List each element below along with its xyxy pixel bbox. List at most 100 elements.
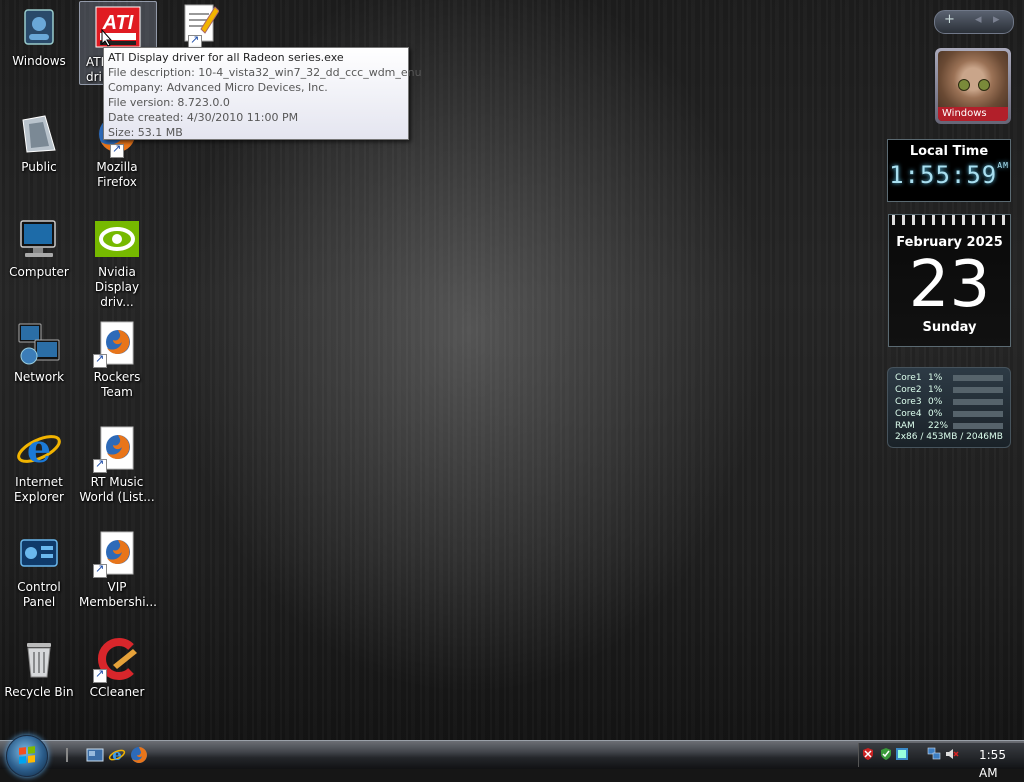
taskbar-clock[interactable]: 1:55 AM <box>979 746 1024 782</box>
desktop-icon-rt-music-world[interactable]: RT Music World (List... <box>79 425 155 505</box>
slideshow-label: Windows <box>938 107 1008 121</box>
clock-ampm: AM <box>997 161 1009 170</box>
desktop-icon-recycle-bin[interactable]: Recycle Bin <box>1 635 77 700</box>
nvidia-icon <box>93 215 141 263</box>
windows-flag-icon <box>19 746 35 764</box>
desktop-icon-windows[interactable]: Windows <box>1 4 77 69</box>
next-gadgets-button[interactable]: ▸ <box>993 12 1000 27</box>
desktop-icon-label: Recycle Bin <box>4 685 74 699</box>
cpu-row-bar <box>953 375 1003 381</box>
firefox-document-icon <box>93 320 141 368</box>
clock-time-value: 1:55:59 <box>889 161 998 189</box>
control-panel-icon <box>15 530 63 578</box>
start-button[interactable] <box>6 735 48 777</box>
clock-time: 1:55:59AM <box>888 161 1010 189</box>
desktop-icon-internet-explorer[interactable]: e Internet Explorer <box>1 425 77 505</box>
file-info-tooltip: ATI Display driver for all Radeon series… <box>103 47 422 140</box>
security-alert-icon[interactable] <box>861 746 875 760</box>
desktop-icon-ccleaner[interactable]: CCleaner <box>79 635 155 700</box>
internet-explorer-quicklaunch-icon[interactable]: e <box>108 746 126 764</box>
desktop-icon-label: Rockers Team <box>93 370 141 399</box>
shield-check-icon[interactable] <box>879 746 893 760</box>
notepad-file-icon <box>171 1 220 49</box>
clock-gadget[interactable]: Local Time 1:55:59AM <box>887 139 1011 202</box>
cpu-row-bar <box>953 411 1003 417</box>
cpu-row-bar <box>953 387 1003 393</box>
slideshow-gadget[interactable]: Windows <box>935 48 1011 124</box>
network-status-icon[interactable] <box>927 746 941 760</box>
quick-launch-grip-icon <box>64 746 70 764</box>
tooltip-size: Size: 53.1 MB <box>108 126 183 139</box>
svg-text:e: e <box>112 746 122 764</box>
taskbar: e 1:55 AM <box>0 735 1024 780</box>
desktop-icon-vip-membership[interactable]: VIP Membershi... <box>79 530 157 610</box>
cpu-row-core2: Core2 1% <box>895 384 1007 396</box>
calendar-day: 23 <box>908 248 991 322</box>
desktop-icon-label: Network <box>13 370 65 384</box>
cpu-row-value: 0% <box>928 409 943 419</box>
volume-muted-icon[interactable] <box>945 746 959 760</box>
calendar-rings <box>892 215 1007 225</box>
shortcut-arrow-icon <box>93 667 107 683</box>
show-desktop-icon[interactable] <box>86 746 104 764</box>
shortcut-arrow-icon <box>93 457 107 473</box>
desktop-icon-label: VIP Membershi... <box>79 580 157 609</box>
tooltip-date-created: Date created: 4/30/2010 11:00 PM <box>108 111 299 124</box>
shortcut-arrow-icon <box>110 142 124 158</box>
desktop-icon-label: Nvidia Display driv... <box>94 265 140 309</box>
sidebar-controls: + ◂ ▸ <box>934 10 1014 34</box>
cpu-row-name: Core1 <box>895 373 922 383</box>
cpu-footer: 2x86 / 453MB / 2046MB <box>895 432 1003 442</box>
cpu-row-name: Core4 <box>895 409 922 419</box>
cpu-row-value: 22% <box>928 421 949 431</box>
cpu-row-core4: Core4 0% <box>895 408 1007 420</box>
tooltip-file-description: File description: 10-4_vista32_win7_32_d… <box>108 66 422 79</box>
cpu-row-value: 0% <box>928 397 943 407</box>
network-icon <box>15 320 63 368</box>
cpu-row-bar <box>953 399 1003 405</box>
notification-area: 1:55 AM <box>858 743 1024 780</box>
desktop[interactable]: Windows Public Computer Network e Intern… <box>0 0 1024 740</box>
desktop-icon-rockers-team[interactable]: Rockers Team <box>79 320 155 400</box>
cpu-row-core1: Core1 1% <box>895 372 1007 384</box>
desktop-icon-label: RT Music World (List... <box>79 475 155 504</box>
desktop-icon-label: CCleaner <box>89 685 145 699</box>
cpu-row-name: Core2 <box>895 385 922 395</box>
add-gadget-button[interactable]: + <box>944 12 955 27</box>
cpu-row-value: 1% <box>928 385 943 395</box>
cpu-row-core3: Core3 0% <box>895 396 1007 408</box>
firefox-quicklaunch-icon[interactable] <box>130 746 148 764</box>
desktop-icon-label: Computer <box>9 265 69 279</box>
cpu-row-name: RAM <box>895 421 915 431</box>
cat-eye <box>958 79 970 91</box>
desktop-icon-control-panel[interactable]: Control Panel <box>1 530 77 610</box>
recycle-bin-icon <box>15 635 63 683</box>
desktop-icon-notepad-file[interactable] <box>157 1 233 49</box>
calendar-gadget[interactable]: February 2025 23 Sunday <box>888 214 1011 347</box>
shortcut-arrow-icon <box>93 352 107 368</box>
computer-icon <box>15 215 63 263</box>
cat-photo: Windows <box>938 51 1008 121</box>
desktop-icon-nvidia-driver[interactable]: Nvidia Display driv... <box>79 215 155 310</box>
desktop-icon-network[interactable]: Network <box>1 320 77 385</box>
previous-gadgets-button[interactable]: ◂ <box>975 12 982 27</box>
cat-eye <box>978 79 990 91</box>
cpu-row-ram: RAM 22% <box>895 420 1007 432</box>
desktop-icon-computer[interactable]: Computer <box>1 215 77 280</box>
svg-text:e: e <box>27 426 51 471</box>
internet-explorer-icon: e <box>15 425 63 473</box>
desktop-icon-label: Public <box>21 160 57 174</box>
desktop-icon-label: Internet Explorer <box>14 475 64 504</box>
public-folder-icon <box>15 110 63 158</box>
cpu-row-name: Core3 <box>895 397 922 407</box>
tooltip-company: Company: Advanced Micro Devices, Inc. <box>108 81 328 94</box>
desktop-icon-public[interactable]: Public <box>1 110 77 175</box>
tooltip-file-version: File version: 8.723.0.0 <box>108 96 230 109</box>
desktop-icon-label: Windows <box>12 54 66 68</box>
calendar-weekday: Sunday <box>922 320 977 335</box>
ati-catalyst-icon[interactable] <box>895 746 909 760</box>
ccleaner-icon <box>93 635 141 683</box>
shortcut-arrow-icon <box>93 562 107 578</box>
firefox-document-icon <box>93 425 141 473</box>
cpu-meter-gadget[interactable]: Core1 1% Core2 1% Core3 0% Core4 0% RAM … <box>887 367 1011 448</box>
